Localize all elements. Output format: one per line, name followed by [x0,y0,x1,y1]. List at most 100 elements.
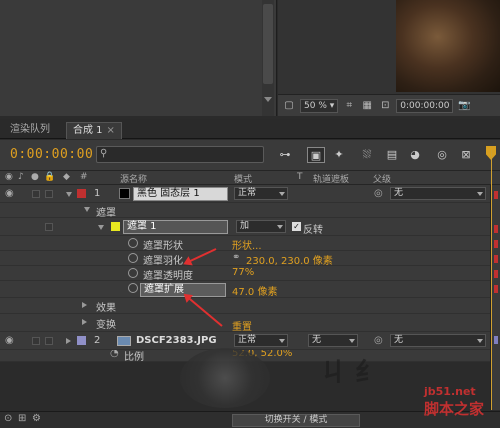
expand-masks-icon[interactable] [84,207,90,212]
invert-checkbox[interactable]: ✓ [292,222,301,231]
layer-mode-select[interactable]: 正常 [234,187,288,200]
layer-row-1[interactable]: ◉ 1 黑色 固态层 1 正常 ◎ 无 [0,185,490,203]
chevron-down-icon [477,192,483,196]
parent-select[interactable]: 无 [390,334,486,347]
graph-editor-icon[interactable]: ◎ [433,147,451,163]
flowchart-icon[interactable]: ⚙ [32,413,41,424]
expand-layer-icon[interactable] [66,192,72,197]
mask-feather-label: 遮罩羽化 [143,256,183,267]
layer-search-input[interactable]: ⚲ [96,146,264,163]
mask-mode-select[interactable]: 加 [236,220,286,233]
scrollbar-thumb[interactable] [263,4,273,84]
mask-name-field[interactable]: 遮罩 1 [123,220,228,234]
layer-bar[interactable] [494,270,498,278]
scroll-down-icon[interactable] [264,97,272,102]
constrain-proportions-icon[interactable]: ⚭ [232,252,240,263]
effects-label: 效果 [96,303,116,314]
parent-pickwhip-icon[interactable]: ◎ [374,335,383,346]
stopwatch-icon[interactable]: ◔ [110,350,119,359]
transparency-grid-icon[interactable]: ▦ [360,99,374,113]
layer-bar[interactable] [494,240,498,248]
mask-expansion-value[interactable]: 47.0 像素 [232,283,277,298]
zoom-select[interactable]: 50 % ▾ [300,98,339,113]
search-icon: ⚲ [100,148,108,159]
mask-shape-row[interactable]: 遮罩形状 形状... [0,236,490,252]
layer-name-field[interactable]: 黑色 固态层 1 [133,187,228,201]
mask-expansion-row[interactable]: 遮罩扩展 47.0 像素 [0,281,490,298]
blurred-overlay [180,348,270,408]
stopwatch-icon[interactable] [128,238,138,248]
auto-keyframe-icon[interactable]: ⊠ [457,147,475,163]
tab-composition-label: 合成 1 [73,125,103,136]
chevron-down-icon [477,339,483,343]
expand-transform-icon[interactable] [82,319,87,325]
layer-bar[interactable] [494,191,498,199]
trkmat-value: 无 [312,335,322,345]
aspect-icon[interactable]: ⊡ [378,99,392,113]
mask-mode-value: 加 [240,221,250,231]
expand-panes-icon[interactable]: ⊞ [18,413,26,424]
parent-pickwhip-icon[interactable]: ◎ [374,188,383,199]
panel-tabs: 渲染队列 合成 1 × [0,119,500,139]
current-time-display[interactable]: 0:00:00:00 [10,147,93,162]
reset-link[interactable]: 重置 [232,318,252,333]
close-icon[interactable]: × [107,125,115,136]
mask-feather-value[interactable]: 230.0, 230.0 像素 [246,252,333,267]
mask-lock-switch[interactable] [45,223,53,231]
layer-mode-select[interactable]: 正常 [234,334,288,347]
lock-switch[interactable] [45,337,53,345]
comp-settings-icon[interactable]: ⊙ [4,413,12,424]
mask-opacity-value[interactable]: 77% [232,267,254,278]
tab-render-queue[interactable]: 渲染队列 [4,122,56,139]
layer-bar[interactable] [494,336,498,344]
comp-mini-flowchart-icon[interactable]: ⊶ [276,147,294,163]
parent-select[interactable]: 无 [390,187,486,200]
stopwatch-icon[interactable] [128,268,138,278]
trkmat-select[interactable]: 无 [308,334,358,347]
visibility-eye-icon[interactable]: ◉ [5,335,14,346]
column-source-name[interactable]: 源名称 [120,172,147,185]
layer-bar[interactable] [494,285,498,293]
solo-switch[interactable] [32,190,40,198]
parent-value: 无 [394,335,404,345]
safe-zones-icon[interactable]: ▢ [282,99,296,113]
stopwatch-icon[interactable] [128,253,138,263]
expand-layer-icon[interactable] [66,338,71,344]
label-color-swatch[interactable] [77,336,86,345]
layer-mode-value: 正常 [238,335,257,345]
chevron-down-icon [279,192,285,196]
mask-color-swatch[interactable] [111,222,120,231]
tab-composition[interactable]: 合成 1 × [66,122,122,139]
mask-opacity-row[interactable]: 遮罩透明度 77% [0,266,490,282]
lock-switch[interactable] [45,190,53,198]
masks-group-row[interactable]: 遮罩 [0,203,490,219]
layer-name[interactable]: DSCF2383.JPG [136,335,217,346]
vertical-scrollbar[interactable] [262,0,274,116]
motion-blur-icon[interactable]: ◕ [406,147,424,163]
layer-bar[interactable] [494,255,498,263]
column-num: # [80,172,88,182]
stopwatch-icon[interactable] [128,283,138,293]
layer-row-2[interactable]: ◉ 2 DSCF2383.JPG 正常 无 ◎ 无 [0,332,490,350]
expand-mask-icon[interactable] [98,225,104,230]
hide-shy-layers-icon[interactable]: ⛆ [358,147,376,163]
transform-row[interactable]: 变换 重置 [0,314,490,333]
mask-shape-value[interactable]: 形状... [232,237,262,252]
toggle-switches-modes-button[interactable]: 切换开关 / 模式 [232,414,360,427]
mask-1-row[interactable]: 遮罩 1 加 ✓ 反转 [0,218,490,236]
layer-bar[interactable] [494,225,498,233]
live-update-icon[interactable]: ▣ [307,147,325,163]
expand-effects-icon[interactable] [82,302,87,308]
visibility-eye-icon[interactable]: ◉ [5,188,14,199]
effects-row[interactable]: 效果 [0,298,490,314]
draft-3d-icon[interactable]: ✦ [330,147,348,163]
label-color-swatch[interactable] [77,189,86,198]
frame-blending-icon[interactable]: ▤ [383,147,401,163]
solo-switch[interactable] [32,337,40,345]
playhead-line[interactable] [491,150,492,410]
mask-feather-row[interactable]: 遮罩羽化 ⚭ 230.0, 230.0 像素 [0,251,490,267]
preview-timecode[interactable]: 0:00:00:00 [396,98,454,113]
snapshot-icon[interactable]: 📷 [457,99,471,113]
parent-value: 无 [394,188,404,198]
region-of-interest-icon[interactable]: ⌗ [342,99,356,113]
